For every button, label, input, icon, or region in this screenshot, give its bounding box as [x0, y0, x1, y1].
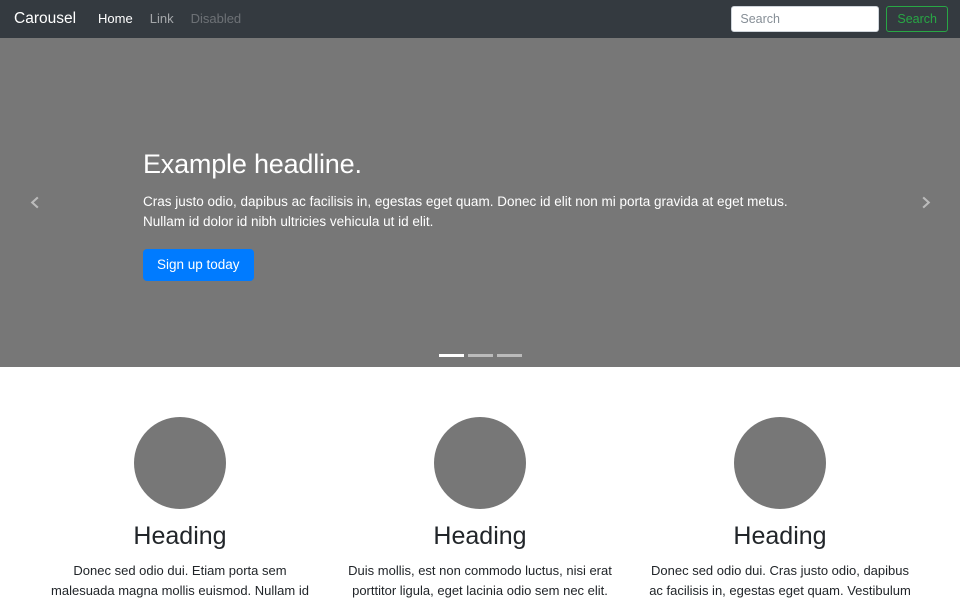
nav-link-home[interactable]: Home [98, 11, 133, 26]
navbar-brand[interactable]: Carousel [14, 11, 76, 27]
marketing-heading-3: Heading [733, 522, 827, 550]
chevron-left-icon [28, 195, 43, 210]
marketing-text-1: Donec sed odio dui. Etiam porta sem male… [51, 563, 309, 598]
marketing-text-3: Donec sed odio dui. Cras justo odio, dap… [649, 563, 911, 598]
marketing-text-2: Duis mollis, est non commodo luctus, nis… [348, 563, 612, 598]
hero-carousel: Example headline. Cras justo odio, dapib… [0, 38, 960, 367]
carousel-indicators [0, 354, 960, 357]
carousel-next-button[interactable] [890, 38, 960, 367]
carousel-lead-text: Cras justo odio, dapibus ac facilisis in… [143, 194, 788, 229]
carousel-prev-button[interactable] [0, 38, 70, 367]
carousel-indicator-3[interactable] [496, 354, 522, 357]
nav-item-disabled: Disabled [191, 10, 242, 28]
search-input[interactable] [731, 6, 880, 32]
nav-item-link: Link [150, 10, 174, 28]
navbar-search-form: Search [731, 6, 948, 32]
placeholder-circle-icon [734, 417, 826, 509]
nav-link-link[interactable]: Link [150, 11, 174, 26]
nav-link-disabled: Disabled [190, 11, 242, 26]
placeholder-circle-icon [434, 417, 526, 509]
top-navbar: Carousel Home Link Disabled Search [0, 0, 960, 38]
chevron-right-icon [918, 195, 933, 210]
carousel-indicator-1[interactable] [438, 354, 464, 357]
marketing-columns: Heading Donec sed odio dui. Etiam porta … [0, 367, 960, 600]
placeholder-circle-icon [134, 417, 226, 509]
marketing-column-3: Heading Donec sed odio dui. Cras justo o… [630, 417, 930, 600]
search-button[interactable]: Search [886, 6, 948, 32]
carousel-indicator-2[interactable] [467, 354, 493, 357]
marketing-column-2: Heading Duis mollis, est non commodo luc… [330, 417, 630, 600]
navbar-nav-list: Home Link Disabled [98, 10, 241, 28]
carousel-headline: Example headline. [143, 149, 362, 179]
nav-item-home: Home [98, 10, 133, 28]
sign-up-today-button[interactable]: Sign up today [143, 248, 254, 282]
marketing-column-1: Heading Donec sed odio dui. Etiam porta … [30, 417, 330, 600]
carousel-caption: Example headline. Cras justo odio, dapib… [143, 148, 833, 282]
marketing-heading-1: Heading [133, 522, 227, 550]
marketing-heading-2: Heading [433, 522, 527, 550]
